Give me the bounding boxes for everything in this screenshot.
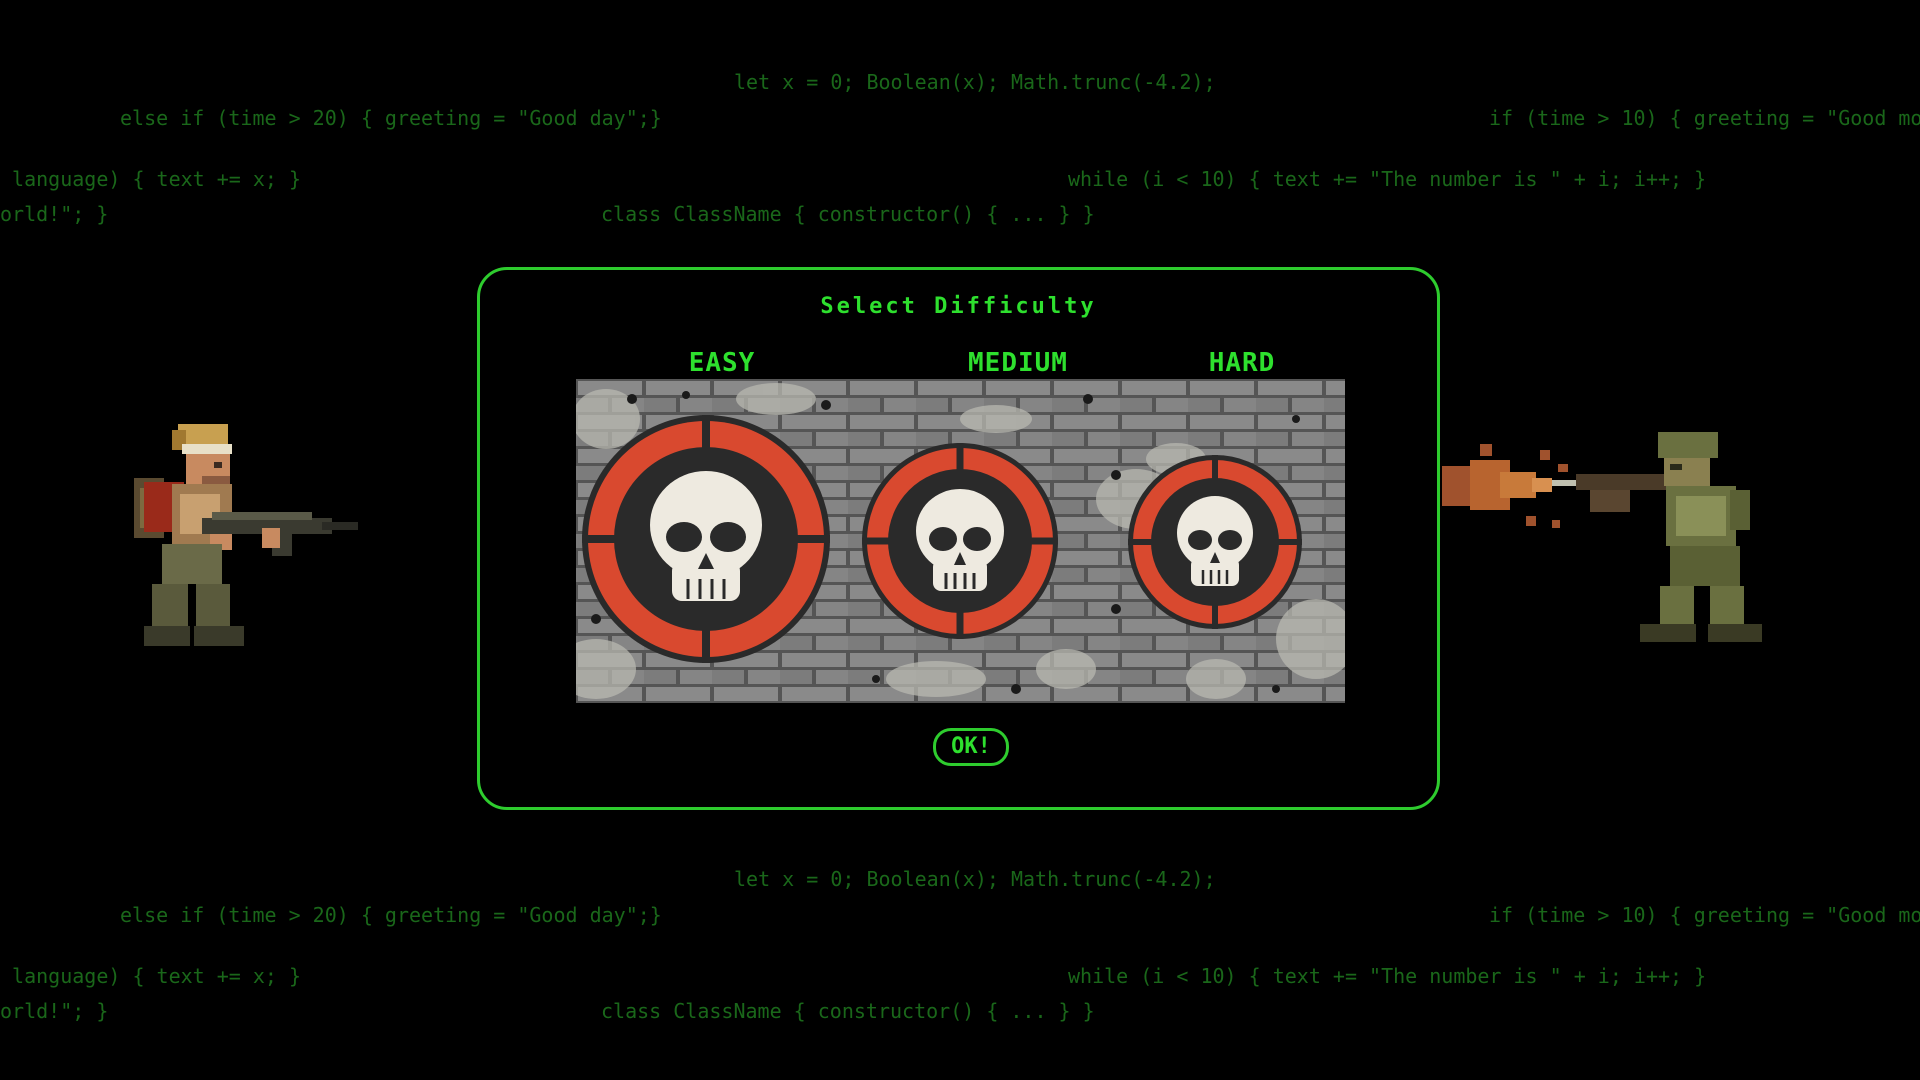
background-code-line: if (time > 10) { greeting = "Good mo	[1489, 903, 1920, 927]
background-code-line: else if (time > 20) { greeting = "Good d…	[120, 903, 662, 927]
target-medium[interactable]	[860, 441, 1060, 641]
game-screen: let x = 0; Boolean(x); Math.trunc(-4.2);…	[0, 0, 1920, 1080]
target-hard[interactable]	[1126, 453, 1304, 631]
background-code-line: language) { text += x; }	[0, 167, 302, 191]
difficulty-label-medium[interactable]: MEDIUM	[948, 348, 1088, 378]
background-code-line: if (time > 10) { greeting = "Good mo	[1489, 106, 1920, 130]
dialog-title: Select Difficulty	[820, 294, 1097, 319]
background-code-line: orld!"; }	[0, 999, 109, 1023]
background-code-line: let x = 0; Boolean(x); Math.trunc(-4.2);	[734, 867, 1216, 891]
background-code-line: let x = 0; Boolean(x); Math.trunc(-4.2);	[734, 70, 1216, 94]
background-code-line: while (i < 10) { text += "The number is …	[1068, 964, 1707, 988]
background-code-line: else if (time > 20) { greeting = "Good d…	[120, 106, 662, 130]
background-code-line: class ClassName { constructor() { ... } …	[601, 999, 1095, 1023]
difficulty-label-hard[interactable]: HARD	[1192, 348, 1292, 378]
difficulty-dialog: Select Difficulty EASY MEDIUM HARD OK!	[477, 267, 1440, 810]
background-code-line: class ClassName { constructor() { ... } …	[601, 202, 1095, 226]
enemy-soldier-sprite	[1442, 432, 1762, 642]
brick-wall-backdrop	[576, 379, 1345, 703]
background-code-line: orld!"; }	[0, 202, 109, 226]
player-soldier-sprite	[134, 424, 358, 646]
background-code-line: while (i < 10) { text += "The number is …	[1068, 167, 1707, 191]
target-easy[interactable]	[580, 413, 832, 665]
ok-button[interactable]: OK!	[933, 728, 1009, 766]
background-code-line: language) { text += x; }	[0, 964, 302, 988]
difficulty-label-easy[interactable]: EASY	[672, 348, 772, 378]
